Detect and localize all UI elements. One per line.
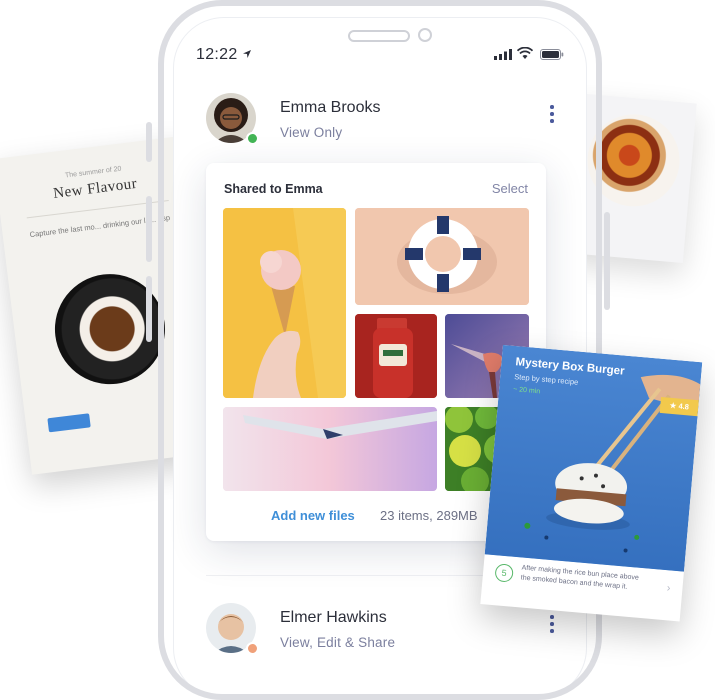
coffee-cup-image: [48, 267, 172, 391]
volume-up-button: [146, 196, 152, 262]
shared-card-title: Shared to Emma: [224, 182, 323, 196]
ketchup-image: [355, 314, 437, 398]
items-summary: 23 items, 289MB: [380, 508, 478, 523]
chevron-right-icon[interactable]: ›: [666, 582, 671, 594]
file-thumbnail-lifebuoy[interactable]: [355, 208, 529, 305]
step-number: 5: [494, 563, 514, 583]
step-instruction: After making the rice bun place above th…: [520, 564, 640, 591]
volume-down-button: [146, 276, 152, 342]
mute-switch: [146, 122, 152, 162]
add-new-files-button[interactable]: Add new files: [271, 508, 355, 523]
laptop-image: [223, 407, 437, 491]
recipe-card[interactable]: Mystery Box Burger Step by step recipe ~…: [480, 345, 703, 622]
rating-badge: ★ 4.8: [659, 396, 699, 417]
promo-card-button: [47, 413, 91, 433]
power-button: [604, 212, 610, 310]
ice-cream-image: [223, 208, 346, 398]
file-thumbnail-ketchup[interactable]: [355, 314, 437, 398]
star-icon: ★: [669, 400, 677, 411]
file-thumbnail-laptop[interactable]: [223, 407, 437, 491]
recipe-photo: Mystery Box Burger Step by step recipe ~…: [484, 345, 703, 572]
lifebuoy-image: [355, 208, 529, 305]
select-button[interactable]: Select: [492, 181, 528, 196]
rating-value: 4.8: [678, 401, 690, 412]
file-thumbnail-ice-cream[interactable]: [223, 208, 346, 398]
